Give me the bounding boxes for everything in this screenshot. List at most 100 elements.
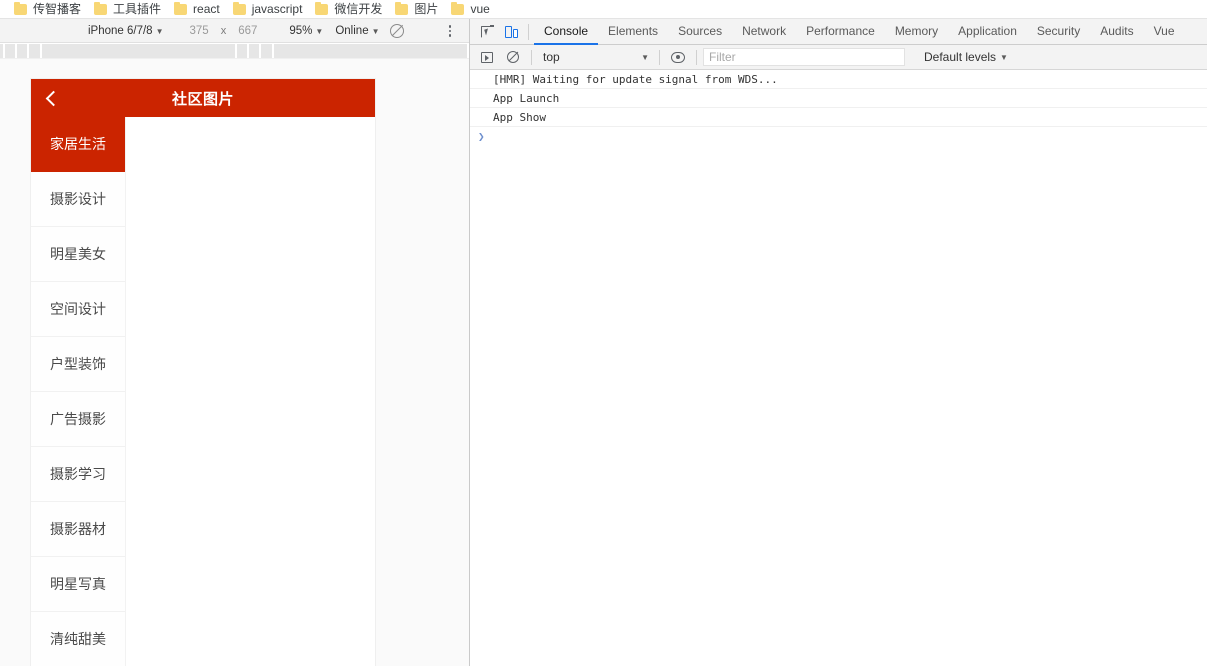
sidebar-item-label: 空间设计 bbox=[50, 301, 106, 317]
sidebar-item-label: 明星美女 bbox=[50, 246, 106, 262]
execution-context-label: top bbox=[543, 50, 560, 64]
live-expression-eye-icon[interactable] bbox=[666, 45, 690, 69]
console-output[interactable]: [HMR] Waiting for update signal from WDS… bbox=[470, 70, 1207, 666]
clear-console-icon[interactable] bbox=[501, 45, 525, 69]
ruler-segment bbox=[249, 44, 262, 58]
bookmark-item[interactable]: javascript bbox=[229, 1, 312, 18]
sidebar-item-4[interactable]: 空间设计 bbox=[31, 282, 125, 337]
folder-icon bbox=[14, 1, 27, 15]
category-sidebar: 家居生活摄影设计明星美女空间设计户型装饰广告摄影摄影学习摄影器材明星写真清纯甜美 bbox=[31, 117, 125, 666]
dot bbox=[448, 34, 452, 37]
sidebar-item-label: 清纯甜美 bbox=[50, 631, 106, 647]
tab-application[interactable]: Application bbox=[948, 19, 1027, 45]
ruler-segment bbox=[41, 44, 237, 58]
log-levels-selector[interactable]: Default levels ▼ bbox=[918, 48, 1014, 67]
divider bbox=[696, 49, 697, 65]
devtools-tabbar: Console Elements Sources Network Performance… bbox=[470, 19, 1207, 45]
chevron-down-icon: ▼ bbox=[371, 26, 380, 36]
sidebar-item-label: 摄影学习 bbox=[50, 466, 106, 482]
bookmarks-bar: 传智播客 工具插件 react javascript 微信开发 图片 vue bbox=[0, 0, 1207, 19]
device-emulation-toolbar: iPhone 6/7/8 ▼ 375 x 667 95% ▼ Online ▼ bbox=[0, 19, 469, 43]
sidebar-item-3[interactable]: 明星美女 bbox=[31, 227, 125, 282]
zoom-selector[interactable]: 95% ▼ bbox=[283, 21, 329, 41]
execution-context-selector[interactable]: top ▼ bbox=[538, 48, 653, 67]
sidebar-item-7[interactable]: 摄影学习 bbox=[31, 447, 125, 502]
tab-performance[interactable]: Performance bbox=[796, 19, 885, 45]
tab-audits[interactable]: Audits bbox=[1090, 19, 1143, 45]
bookmark-item[interactable]: 微信开发 bbox=[311, 1, 391, 18]
bookmark-label: vue bbox=[470, 1, 490, 16]
tab-elements[interactable]: Elements bbox=[598, 19, 668, 45]
bookmark-item[interactable]: 传智播客 bbox=[10, 1, 90, 18]
tab-memory[interactable]: Memory bbox=[885, 19, 948, 45]
toggle-device-toolbar-icon[interactable] bbox=[499, 20, 523, 44]
viewport-width-input[interactable]: 375 bbox=[184, 21, 215, 41]
ruler-segment bbox=[4, 44, 17, 58]
tab-vue[interactable]: Vue bbox=[1144, 19, 1185, 45]
divider bbox=[528, 23, 529, 40]
bookmark-item[interactable]: 图片 bbox=[391, 1, 447, 18]
phone-viewport: 社区图片 家居生活摄影设计明星美女空间设计户型装饰广告摄影摄影学习摄影器材明星写… bbox=[31, 79, 375, 666]
zoom-level-label: 95% bbox=[289, 24, 313, 37]
throttling-selector[interactable]: Online ▼ bbox=[329, 21, 385, 41]
log-levels-label: Default levels bbox=[924, 50, 997, 64]
rotate-icon[interactable] bbox=[389, 23, 404, 38]
sidebar-item-6[interactable]: 广告摄影 bbox=[31, 392, 125, 447]
divider bbox=[531, 49, 532, 65]
workspace: iPhone 6/7/8 ▼ 375 x 667 95% ▼ Online ▼ bbox=[0, 19, 1207, 666]
dot bbox=[448, 29, 452, 33]
tab-sources[interactable]: Sources bbox=[668, 19, 732, 45]
tab-console[interactable]: Console bbox=[534, 19, 599, 45]
sidebar-item-label: 摄影器材 bbox=[50, 521, 106, 537]
folder-icon bbox=[315, 1, 329, 15]
page-title: 社区图片 bbox=[171, 90, 234, 108]
sidebar-item-label: 户型装饰 bbox=[50, 356, 106, 372]
sidebar-item-label: 广告摄影 bbox=[50, 411, 106, 427]
category-content-panel bbox=[125, 117, 375, 666]
more-vertical-icon[interactable] bbox=[441, 19, 459, 43]
sidebar-item-2[interactable]: 摄影设计 bbox=[31, 172, 125, 227]
dimension-separator: x bbox=[220, 24, 227, 37]
chevron-down-icon: ▼ bbox=[155, 26, 164, 36]
console-prompt[interactable]: ❯ bbox=[470, 127, 1207, 146]
device-outline-small bbox=[512, 28, 518, 38]
folder-icon bbox=[451, 1, 465, 15]
console-sidebar-icon[interactable] bbox=[475, 45, 499, 69]
device-outline bbox=[504, 25, 512, 38]
bookmark-item[interactable]: vue bbox=[447, 1, 498, 18]
tab-network[interactable]: Network bbox=[732, 19, 796, 45]
folder-icon bbox=[94, 1, 108, 15]
ruler-segment bbox=[261, 44, 274, 58]
sidebar-item-8[interactable]: 摄影器材 bbox=[31, 502, 125, 557]
folder-icon bbox=[174, 1, 188, 15]
device-selector-label: iPhone 6/7/8 bbox=[88, 24, 153, 37]
bookmark-label: 工具插件 bbox=[113, 1, 162, 16]
sidebar-item-label: 明星写真 bbox=[50, 576, 106, 592]
bookmark-item[interactable]: 工具插件 bbox=[90, 1, 170, 18]
bookmark-label: 微信开发 bbox=[334, 1, 383, 16]
divider bbox=[659, 49, 660, 65]
ruler-segment bbox=[273, 44, 470, 58]
sidebar-item-1[interactable]: 家居生活 bbox=[31, 117, 125, 172]
device-emulation-pane: iPhone 6/7/8 ▼ 375 x 667 95% ▼ Online ▼ bbox=[0, 19, 470, 666]
sidebar-item-label: 摄影设计 bbox=[50, 191, 106, 207]
viewport-height-input[interactable]: 667 bbox=[232, 21, 263, 41]
sidebar-item-5[interactable]: 户型装饰 bbox=[31, 337, 125, 392]
folder-icon bbox=[232, 1, 246, 15]
bookmark-item[interactable]: react bbox=[170, 1, 229, 18]
tab-security[interactable]: Security bbox=[1027, 19, 1090, 45]
app-body: 家居生活摄影设计明星美女空间设计户型装饰广告摄影摄影学习摄影器材明星写真清纯甜美 bbox=[31, 117, 375, 666]
prompt-chevron-icon: ❯ bbox=[478, 130, 485, 143]
app-header: 社区图片 bbox=[31, 79, 375, 117]
device-selector[interactable]: iPhone 6/7/8 ▼ bbox=[82, 21, 170, 41]
folder-icon bbox=[395, 1, 409, 15]
ruler-segment bbox=[29, 44, 42, 58]
sidebar-item-9[interactable]: 明星写真 bbox=[31, 557, 125, 612]
console-message: App Show bbox=[470, 108, 1207, 127]
devtools-pane: Console Elements Sources Network Performance… bbox=[470, 19, 1207, 666]
dot bbox=[448, 25, 452, 28]
sidebar-item-10[interactable]: 清纯甜美 bbox=[31, 612, 125, 666]
inspect-element-icon[interactable] bbox=[475, 20, 499, 44]
console-filter-input[interactable] bbox=[703, 48, 905, 66]
chevron-down-icon: ▼ bbox=[641, 53, 649, 62]
